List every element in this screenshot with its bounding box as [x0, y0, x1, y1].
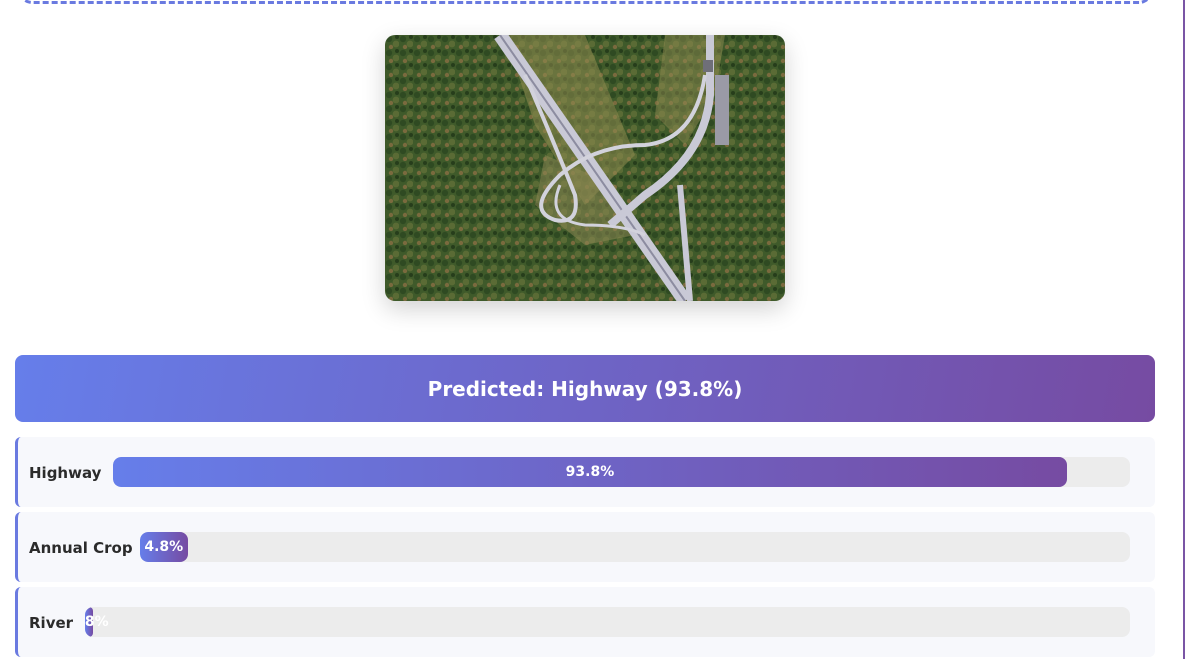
class-label: River: [29, 614, 74, 632]
upload-dropzone[interactable]: [18, 0, 1153, 4]
probability-row-annual-crop: Annual Crop 4.8%: [15, 512, 1155, 582]
prediction-banner: Predicted: Highway (93.8%): [15, 355, 1155, 422]
probability-list: Highway 93.8% Annual Crop 4.8% River 0.8…: [15, 437, 1155, 662]
probability-track: 4.8%: [140, 532, 1130, 562]
probability-fill: 0.8%: [85, 607, 109, 637]
probability-track: 0.8%: [85, 607, 1130, 637]
probability-row-highway: Highway 93.8%: [15, 437, 1155, 507]
probability-value: 93.8%: [565, 464, 615, 480]
class-label: Annual Crop: [29, 539, 133, 557]
aerial-highway-interchange-image: [385, 35, 785, 301]
probability-value: 4.8%: [144, 539, 184, 555]
app-frame: Predicted: Highway (93.8%) Highway 93.8%…: [0, 0, 1185, 659]
probability-row-river: River 0.8%: [15, 587, 1155, 657]
probability-track: 93.8%: [113, 457, 1130, 487]
prediction-text: Predicted: Highway (93.8%): [427, 376, 743, 401]
probability-value: 0.8%: [85, 614, 109, 630]
probability-fill: 93.8%: [113, 457, 1067, 487]
probability-fill: 4.8%: [140, 532, 188, 562]
uploaded-image: [385, 35, 785, 301]
class-label: Highway: [29, 464, 102, 482]
